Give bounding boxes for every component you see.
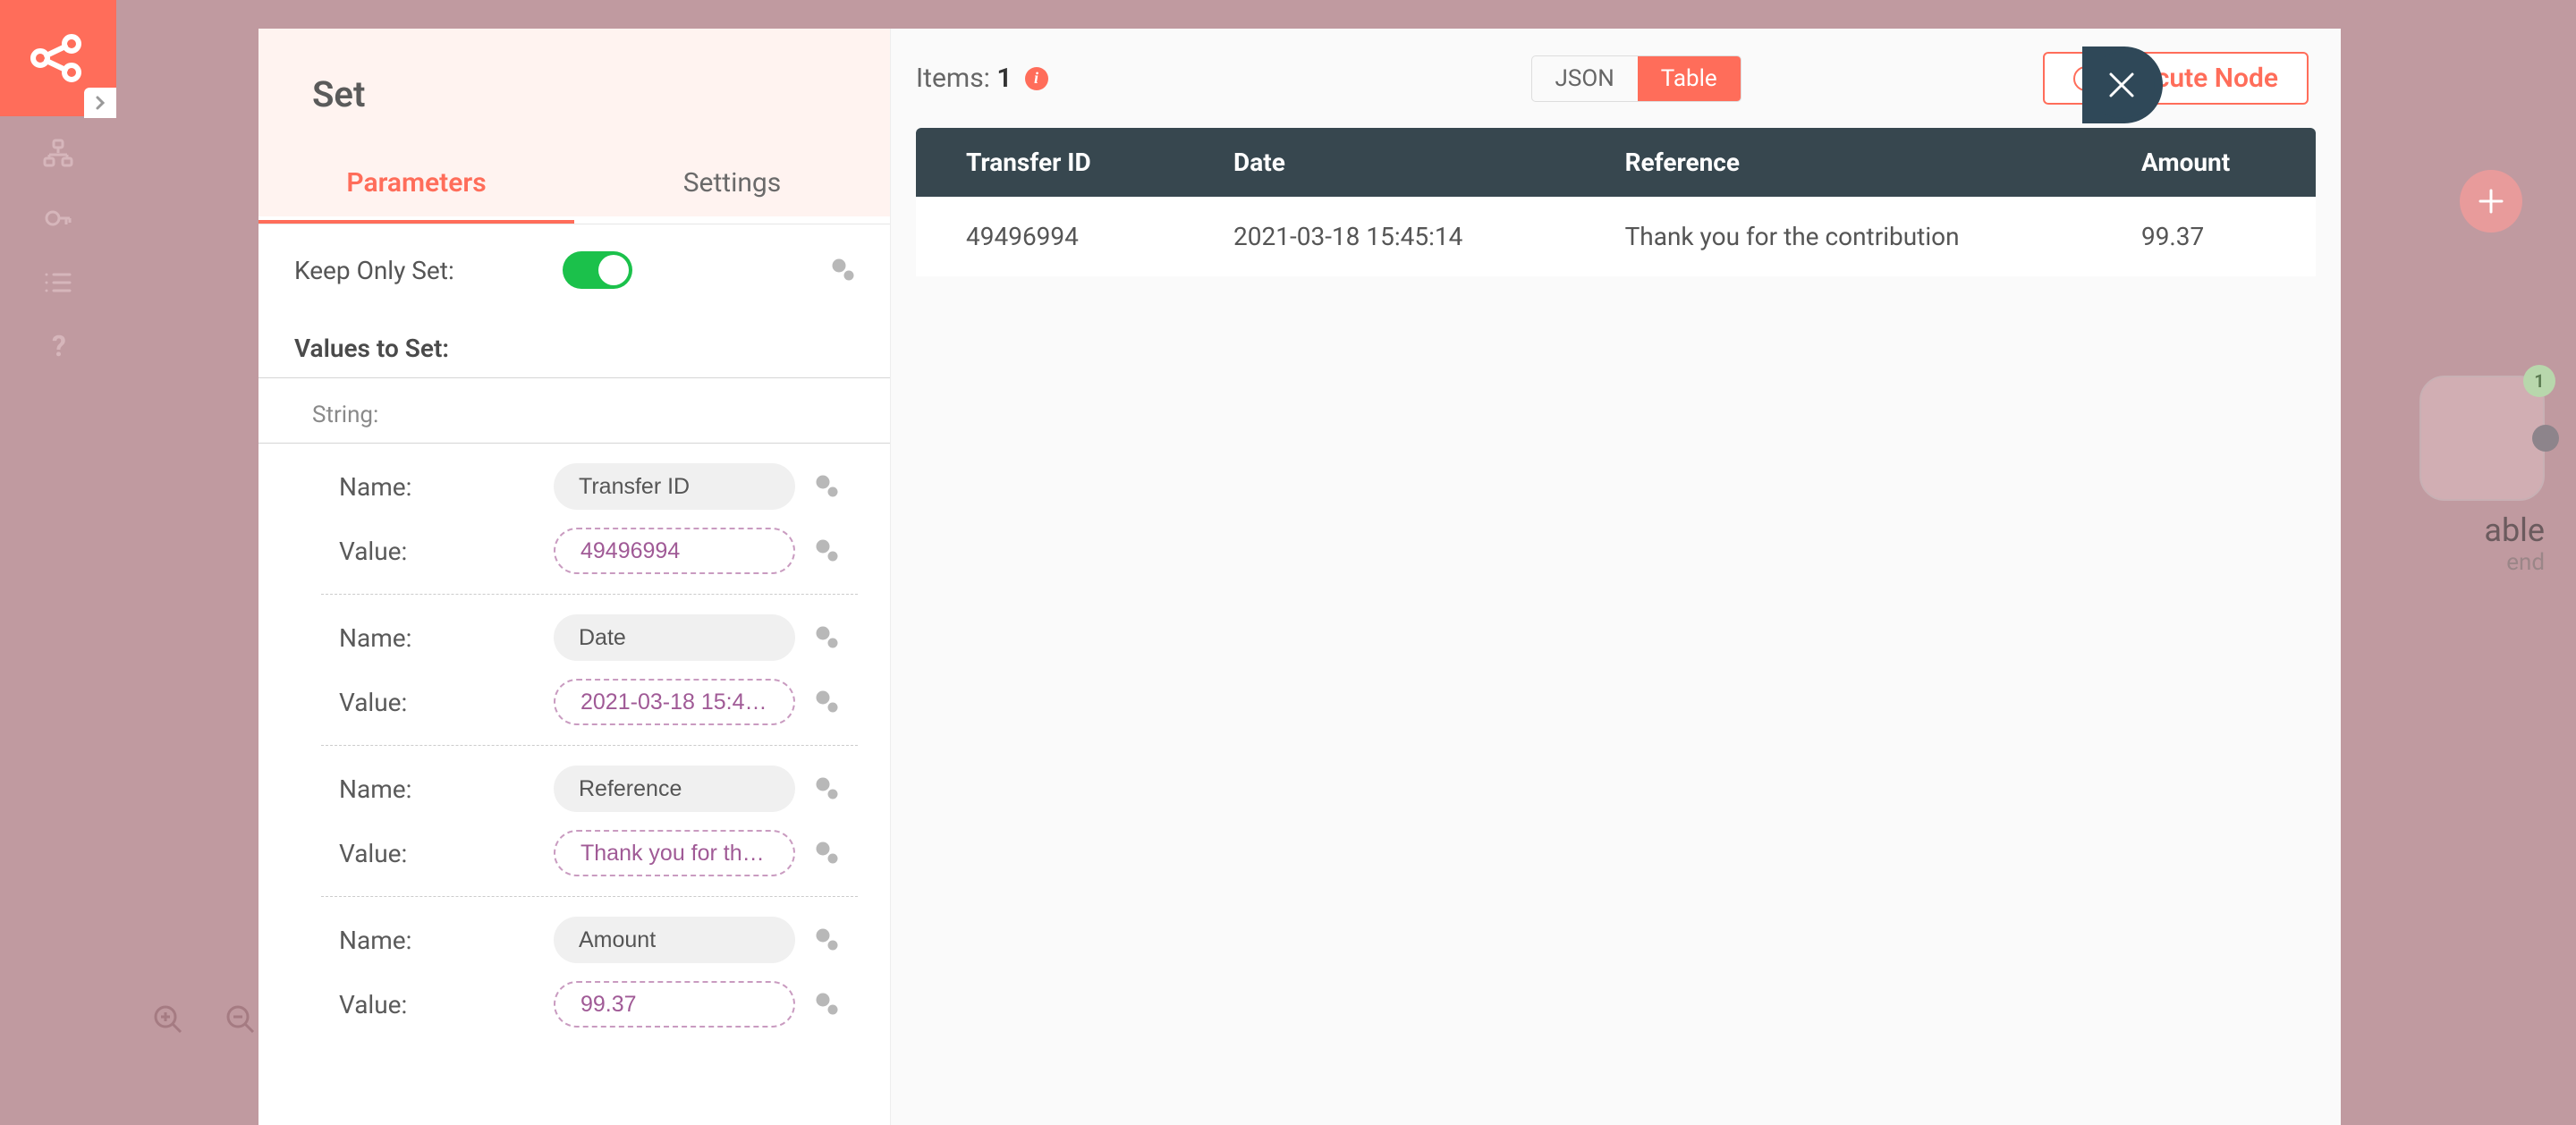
results-table: Transfer ID Date Reference Amount 494969… xyxy=(916,128,2316,276)
field-name-gear-icon[interactable] xyxy=(813,472,842,501)
field-value-input[interactable] xyxy=(554,679,795,725)
close-button[interactable] xyxy=(2089,52,2155,118)
parameters-panel: Set Parameters Settings Keep Only Set: V… xyxy=(258,29,891,1125)
string-field-group: Name: Value: xyxy=(321,896,858,1047)
node-badge: 1 xyxy=(2523,365,2555,397)
field-value-gear-icon[interactable] xyxy=(813,688,842,716)
field-name-gear-icon[interactable] xyxy=(813,623,842,652)
string-field-group: Name: Value: xyxy=(258,444,890,594)
nav-help-icon[interactable]: ? xyxy=(31,320,85,374)
sidebar-collapse-icon[interactable] xyxy=(84,88,116,118)
keep-only-set-label: Keep Only Set: xyxy=(294,256,454,285)
canvas-node-fragment: 1 able end xyxy=(2366,376,2545,576)
keep-only-set-toggle[interactable] xyxy=(563,251,632,289)
view-json-button[interactable]: JSON xyxy=(1532,56,1638,101)
nav-executions-icon[interactable] xyxy=(31,256,85,309)
node-title: Set xyxy=(258,29,890,142)
app-sidebar: ? xyxy=(0,0,116,1125)
keep-only-set-gear-icon[interactable] xyxy=(829,256,858,284)
field-value-gear-icon[interactable] xyxy=(813,839,842,867)
table-cell: Thank you for the contribution xyxy=(1575,197,2091,276)
field-name-label: Name: xyxy=(339,774,536,804)
field-name-input[interactable] xyxy=(554,463,795,510)
view-table-button[interactable]: Table xyxy=(1638,56,1741,101)
node-editor-modal: Set Parameters Settings Keep Only Set: V… xyxy=(258,29,2341,1125)
nav-credentials-icon[interactable] xyxy=(31,191,85,245)
app-logo xyxy=(0,0,116,116)
svg-text:?: ? xyxy=(52,331,66,363)
nav-workflows-icon[interactable] xyxy=(31,127,85,181)
table-cell: 2021-03-18 15:45:14 xyxy=(1183,197,1575,276)
field-value-label: Value: xyxy=(339,839,536,868)
field-name-label: Name: xyxy=(339,926,536,955)
node-sublabel-fragment: end xyxy=(2366,549,2545,576)
field-name-gear-icon[interactable] xyxy=(813,926,842,954)
results-panel: Items: 1 i JSON Table Execute Node Trans… xyxy=(891,29,2341,1125)
tab-settings[interactable]: Settings xyxy=(574,142,890,224)
field-name-gear-icon[interactable] xyxy=(813,774,842,803)
column-header: Transfer ID xyxy=(916,128,1183,197)
zoom-out-icon[interactable] xyxy=(225,1003,257,1036)
column-header: Amount xyxy=(2091,128,2316,197)
field-value-input[interactable] xyxy=(554,981,795,1028)
string-field-group: Name: Value: xyxy=(321,594,858,745)
panel-tabs: Parameters Settings xyxy=(258,142,890,224)
field-name-input[interactable] xyxy=(554,766,795,812)
items-count-label: Items: 1 xyxy=(916,63,1013,94)
column-header: Reference xyxy=(1575,128,2091,197)
info-icon[interactable]: i xyxy=(1025,67,1048,90)
add-node-button[interactable] xyxy=(2460,170,2522,233)
keep-only-set-row: Keep Only Set: xyxy=(258,224,890,316)
field-value-gear-icon[interactable] xyxy=(813,990,842,1019)
column-header: Date xyxy=(1183,128,1575,197)
table-row: 49496994 2021-03-18 15:45:14 Thank you f… xyxy=(916,197,2316,276)
tab-parameters[interactable]: Parameters xyxy=(258,142,574,224)
field-value-input[interactable] xyxy=(554,830,795,876)
string-subsection-header: String: xyxy=(258,378,890,444)
field-value-input[interactable] xyxy=(554,528,795,574)
field-name-input[interactable] xyxy=(554,614,795,661)
node-label-fragment: able xyxy=(2366,512,2545,549)
zoom-controls xyxy=(152,1003,257,1036)
zoom-in-icon[interactable] xyxy=(152,1003,184,1036)
table-cell: 49496994 xyxy=(916,197,1183,276)
values-to-set-header: Values to Set: xyxy=(258,316,890,378)
field-value-label: Value: xyxy=(339,537,536,566)
view-toggle: JSON Table xyxy=(1531,55,1741,102)
field-value-label: Value: xyxy=(339,688,536,717)
field-name-input[interactable] xyxy=(554,917,795,963)
field-value-gear-icon[interactable] xyxy=(813,537,842,565)
table-cell: 99.37 xyxy=(2091,197,2316,276)
field-name-label: Name: xyxy=(339,623,536,653)
field-name-label: Name: xyxy=(339,472,536,502)
string-field-group: Name: Value: xyxy=(321,745,858,896)
field-value-label: Value: xyxy=(339,990,536,1019)
